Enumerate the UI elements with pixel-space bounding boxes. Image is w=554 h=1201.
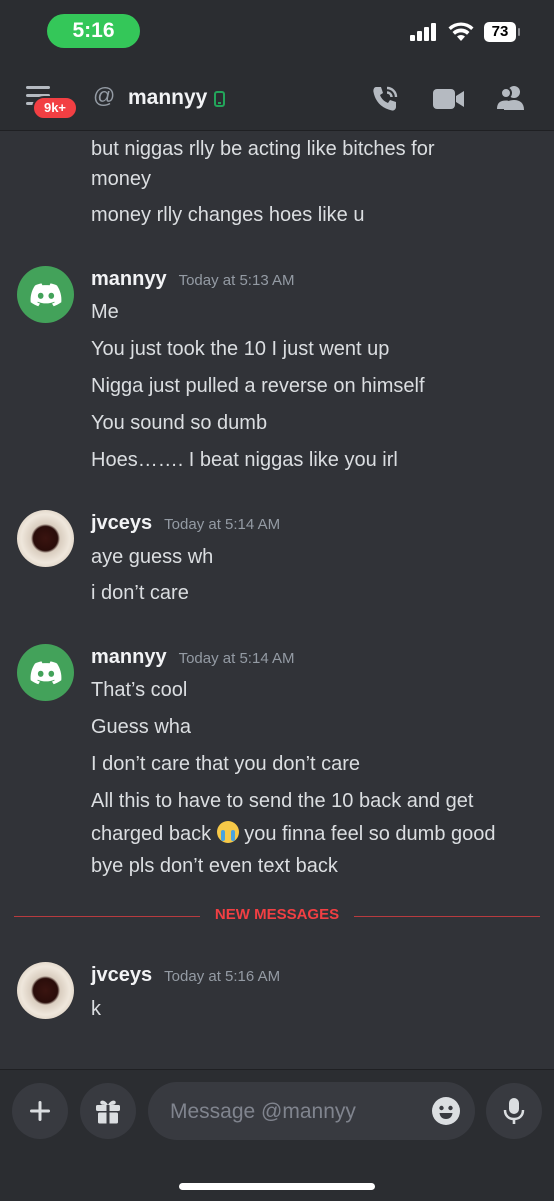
divider-line [354, 916, 540, 917]
author-name[interactable]: mannyy [91, 646, 167, 669]
author-name[interactable]: jvceys [91, 964, 152, 987]
emoji-icon[interactable] [431, 1096, 461, 1126]
message-text: You just took the 10 I just went up [91, 338, 390, 360]
message-text: bye pls don’t even text back [91, 855, 338, 877]
timestamp: Today at 5:16 AM [164, 968, 281, 985]
message-text: You sound so dumb [91, 412, 268, 434]
message-text: money rlly changes hoes like u [91, 204, 365, 226]
avatar[interactable] [17, 962, 74, 1019]
voice-message-button[interactable] [486, 1083, 542, 1139]
message-text: Nigga just pulled a reverse on himself [91, 375, 425, 397]
gift-icon [96, 1100, 120, 1124]
message-header: jvceys Today at 5:14 AM [91, 512, 280, 535]
message-composer [0, 1069, 554, 1201]
crying-emoji-icon [216, 821, 239, 843]
message-header: mannyy Today at 5:14 AM [91, 646, 295, 669]
message-text: Me [91, 301, 119, 323]
notification-badge: 9k+ [32, 96, 78, 120]
status-icons: 73 [410, 22, 520, 42]
new-messages-divider: NEW MESSAGES [14, 906, 540, 926]
message-text-with-emoji: charged back you finna feel so dumb good [91, 819, 536, 849]
video-icon[interactable] [433, 88, 465, 110]
message-text: money [91, 168, 152, 190]
timestamp: Today at 5:14 AM [164, 516, 281, 533]
avatar[interactable] [17, 644, 74, 701]
message-text: All this to have to send the 10 back and… [91, 790, 474, 812]
discord-logo-icon [30, 660, 61, 684]
status-bar: 5:16 73 [0, 0, 554, 66]
plus-icon [30, 1101, 50, 1121]
message-header: mannyy Today at 5:13 AM [91, 268, 295, 291]
signal-icon [410, 23, 436, 41]
message-text: but niggas rlly be acting like bitches f… [91, 138, 435, 160]
message-text-fragment: you finna feel so dumb good [238, 823, 496, 845]
message-text: i don’t care [91, 582, 189, 604]
channel-header: 9k+ @ mannyy [0, 66, 554, 131]
message-header: jvceys Today at 5:16 AM [91, 964, 280, 987]
at-icon: @ [93, 83, 116, 108]
author-name[interactable]: jvceys [91, 512, 152, 535]
microphone-icon [503, 1098, 525, 1124]
timestamp: Today at 5:13 AM [178, 272, 295, 289]
home-indicator [179, 1183, 375, 1190]
message-text: Hoes……. I beat niggas like you irl [91, 449, 398, 471]
message-text: I don’t care that you don’t care [91, 753, 361, 775]
message-input-container[interactable] [148, 1082, 475, 1140]
new-messages-label: NEW MESSAGES [214, 906, 340, 923]
status-time: 5:16 [47, 14, 140, 48]
avatar[interactable] [17, 266, 74, 323]
message-text: k [91, 998, 101, 1020]
avatar[interactable] [17, 510, 74, 567]
menu-button[interactable]: 9k+ [24, 84, 78, 120]
wifi-icon [448, 22, 474, 41]
message-list[interactable]: but niggas rlly be acting like bitches f… [0, 131, 554, 1069]
add-attachment-button[interactable] [12, 1083, 68, 1139]
author-name[interactable]: mannyy [91, 268, 167, 291]
message-text: Guess wha [91, 716, 192, 738]
mobile-status-icon [214, 91, 225, 107]
timestamp: Today at 5:14 AM [178, 650, 295, 667]
channel-name[interactable]: mannyy [128, 86, 207, 110]
message-text-fragment: charged back [91, 823, 212, 845]
message-text: aye guess wh [91, 546, 214, 568]
message-text: That’s cool [91, 679, 188, 701]
battery-indicator: 73 [484, 22, 520, 42]
call-icon[interactable] [370, 84, 400, 114]
message-input[interactable] [168, 1095, 427, 1129]
members-icon[interactable] [496, 84, 526, 112]
discord-logo-icon [30, 282, 61, 306]
gift-button[interactable] [80, 1083, 136, 1139]
